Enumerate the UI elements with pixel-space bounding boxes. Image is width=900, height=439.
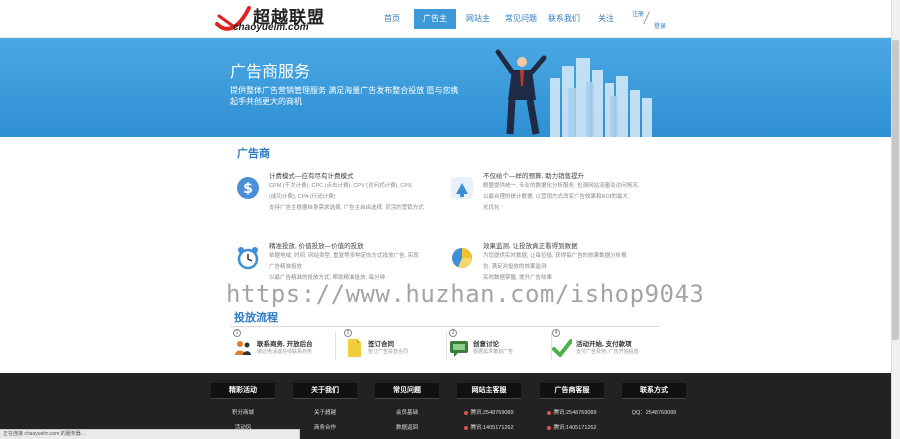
footer-contact-text: 腾讯:1405171262 bbox=[470, 425, 514, 431]
footer-contact-text: 腾讯:1405171262 bbox=[553, 425, 597, 431]
advertiser-section-title: 广告商 bbox=[237, 148, 270, 160]
feature-line: 支持广告主根据自身需求选择, 广告主自由选择, 灵活的营销方式 bbox=[269, 205, 424, 211]
step-description: 签订广告投放合同 bbox=[368, 349, 409, 355]
auth-links: 注册 登录 bbox=[632, 9, 672, 31]
feature-line: 以最合理的统计数据, 以营销方式改变广告效果和ROI的最大 bbox=[483, 194, 628, 200]
check-icon bbox=[552, 339, 572, 357]
page: 超越联盟 chaoyuelm.com 首页 广告主 网站主 常见问题 联系我们 … bbox=[0, 0, 900, 439]
feature-line: 告, 满足对投放的效果监测 bbox=[483, 264, 547, 270]
footer-contact-text: 腾讯:2548769089 bbox=[553, 410, 597, 416]
people-icon bbox=[235, 341, 251, 355]
footer-column-title: 网站主客服 bbox=[457, 383, 521, 399]
qq-icon bbox=[547, 425, 552, 430]
step-separator bbox=[335, 332, 336, 360]
banner-title: 广告商服务 bbox=[230, 64, 311, 81]
feature-line: 广告精准投放 bbox=[269, 264, 303, 270]
footer-column-title: 广告商客服 bbox=[540, 383, 604, 399]
flow-step-4: 4 活动开始, 支付款项 支付广告费用, 广告开始投放 bbox=[550, 328, 655, 366]
step-title: 签订合同 bbox=[368, 341, 394, 348]
step-title: 创意讨论 bbox=[473, 341, 499, 348]
feature-line: (成功计费), CPA (行动计费) bbox=[269, 194, 336, 200]
footer-contact[interactable]: 腾讯:2548769089 bbox=[540, 408, 604, 416]
alarm-clock-icon bbox=[237, 247, 259, 270]
register-link[interactable]: 登录 bbox=[654, 21, 666, 30]
footer-link[interactable]: 数据返回 bbox=[375, 423, 439, 431]
nav-home[interactable]: 首页 bbox=[370, 9, 414, 29]
chat-icon bbox=[450, 341, 468, 357]
feature-line: 化优化 bbox=[483, 205, 500, 211]
footer-contact[interactable]: 腾讯:1405171262 bbox=[540, 423, 604, 431]
flow-step-2: 2 签订合同 签订广告投放合同 bbox=[342, 328, 447, 366]
step-description: 通过电话或在线联系商务 bbox=[257, 349, 313, 355]
nav-follow[interactable]: 关注 bbox=[586, 9, 626, 29]
feature-title: 精准投放, 价值投放—价值的投放 bbox=[269, 243, 364, 250]
auth-separator bbox=[643, 11, 650, 25]
footer-link[interactable]: 关于超越 bbox=[293, 408, 357, 416]
qq-icon bbox=[464, 410, 469, 415]
footer-contact[interactable]: QQ：2548769089 bbox=[622, 408, 686, 416]
feature-line: 依据地域, 时间, 网站类型, 重复等多种定向方式投放广告, 实现 bbox=[269, 253, 419, 259]
nav-webmaster[interactable]: 网站主 bbox=[456, 9, 500, 29]
footer-contact-text: 腾讯:2548769089 bbox=[470, 410, 514, 416]
step-number: 4 bbox=[552, 329, 560, 337]
logo-text-en: chaoyuelm.com bbox=[233, 22, 309, 33]
flow-step-1: 1 联系商务, 开放后台 通过电话或在线联系商务 bbox=[231, 328, 336, 366]
footer-link[interactable]: 积分商城 bbox=[211, 408, 275, 416]
feature-billing: $ 计费模式—应有尽有计费模式 CPM (千次计费), CPC (点击计费), … bbox=[236, 170, 446, 230]
feature-line: 联盟提供统一, 专业的数据化分析服务, 检测网站流量及访问情况, bbox=[483, 183, 640, 189]
step-number: 2 bbox=[344, 329, 352, 337]
watermark-url: https://www.huzhan.com/ishop9043 bbox=[226, 280, 705, 308]
arrow-up-icon bbox=[451, 177, 473, 199]
footer-link[interactable]: 商务合作 bbox=[293, 423, 357, 431]
flow-section-title: 投放流程 bbox=[234, 312, 278, 324]
footer-column-title: 常见问题 bbox=[375, 383, 439, 399]
feature-line: CPM (千次计费), CPC (点击计费), CPV (访问式计费), CPS bbox=[269, 183, 412, 189]
qq-icon bbox=[464, 425, 469, 430]
step-description: 支付广告费用, 广告开始投放 bbox=[576, 349, 639, 355]
login-link[interactable]: 注册 bbox=[632, 9, 644, 18]
step-number: 1 bbox=[233, 329, 241, 337]
site-logo[interactable]: 超越联盟 chaoyuelm.com bbox=[215, 2, 330, 36]
nav-contact[interactable]: 联系我们 bbox=[542, 9, 586, 29]
step-description: 根据需求策划广告 bbox=[473, 349, 514, 355]
feature-title: 计费模式—应有尽有计费模式 bbox=[269, 173, 354, 180]
nav-advertiser[interactable]: 广告主 bbox=[414, 9, 456, 29]
qq-icon bbox=[547, 410, 552, 415]
flow-divider bbox=[230, 326, 660, 327]
feature-title: 不仅给个—样的预算, 助力销售提升 bbox=[483, 173, 585, 180]
step-title: 活动开始, 支付款项 bbox=[576, 341, 632, 348]
document-icon bbox=[348, 339, 361, 357]
dollar-icon: $ bbox=[237, 177, 259, 199]
pie-chart-icon bbox=[452, 248, 473, 269]
top-bar: 超越联盟 chaoyuelm.com 首页 广告主 网站主 常见问题 联系我们 … bbox=[0, 0, 900, 38]
browser-status-bar: 正在连接 chaoyuelm.com 的服务器... bbox=[0, 429, 300, 439]
feature-sales-boost: 不仅给个—样的预算, 助力销售提升 联盟提供统一, 专业的数据化分析服务, 检测… bbox=[450, 170, 660, 230]
scrollbar-thumb[interactable] bbox=[892, 40, 899, 340]
footer-contact[interactable]: 腾讯:2548769089 bbox=[457, 408, 521, 416]
step-number: 3 bbox=[449, 329, 457, 337]
banner-description: 提供整体广告营销管理服务 满足海量广告发布整合投放 愿与您携起手共创更大的商机 bbox=[230, 86, 459, 106]
footer-link[interactable]: 会员基础 bbox=[375, 408, 439, 416]
footer-column-title: 联系方式 bbox=[622, 383, 686, 399]
businessman-city-illustration bbox=[495, 49, 652, 137]
svg-text:$: $ bbox=[243, 181, 253, 197]
flow-step-3: 3 创意讨论 根据需求策划广告 bbox=[447, 328, 552, 366]
step-title: 联系商务, 开放后台 bbox=[257, 341, 313, 348]
nav-faq[interactable]: 常见问题 bbox=[500, 9, 542, 29]
hero-banner: 广告商服务 提供整体广告营销管理服务 满足海量广告发布整合投放 愿与您携起手共创… bbox=[0, 38, 891, 137]
feature-line: 为您提供实时数据, 让每位投, 获得每广告的效果数据分析报 bbox=[483, 253, 627, 259]
footer-contact[interactable]: 腾讯:1405171262 bbox=[457, 423, 521, 431]
page-scrollbar[interactable] bbox=[891, 0, 900, 439]
footer-column-title: 精彩活动 bbox=[211, 383, 275, 399]
footer-column-title: 关于我们 bbox=[293, 383, 357, 399]
feature-title: 效果监测, 让投放真正看得到数据 bbox=[483, 243, 578, 250]
